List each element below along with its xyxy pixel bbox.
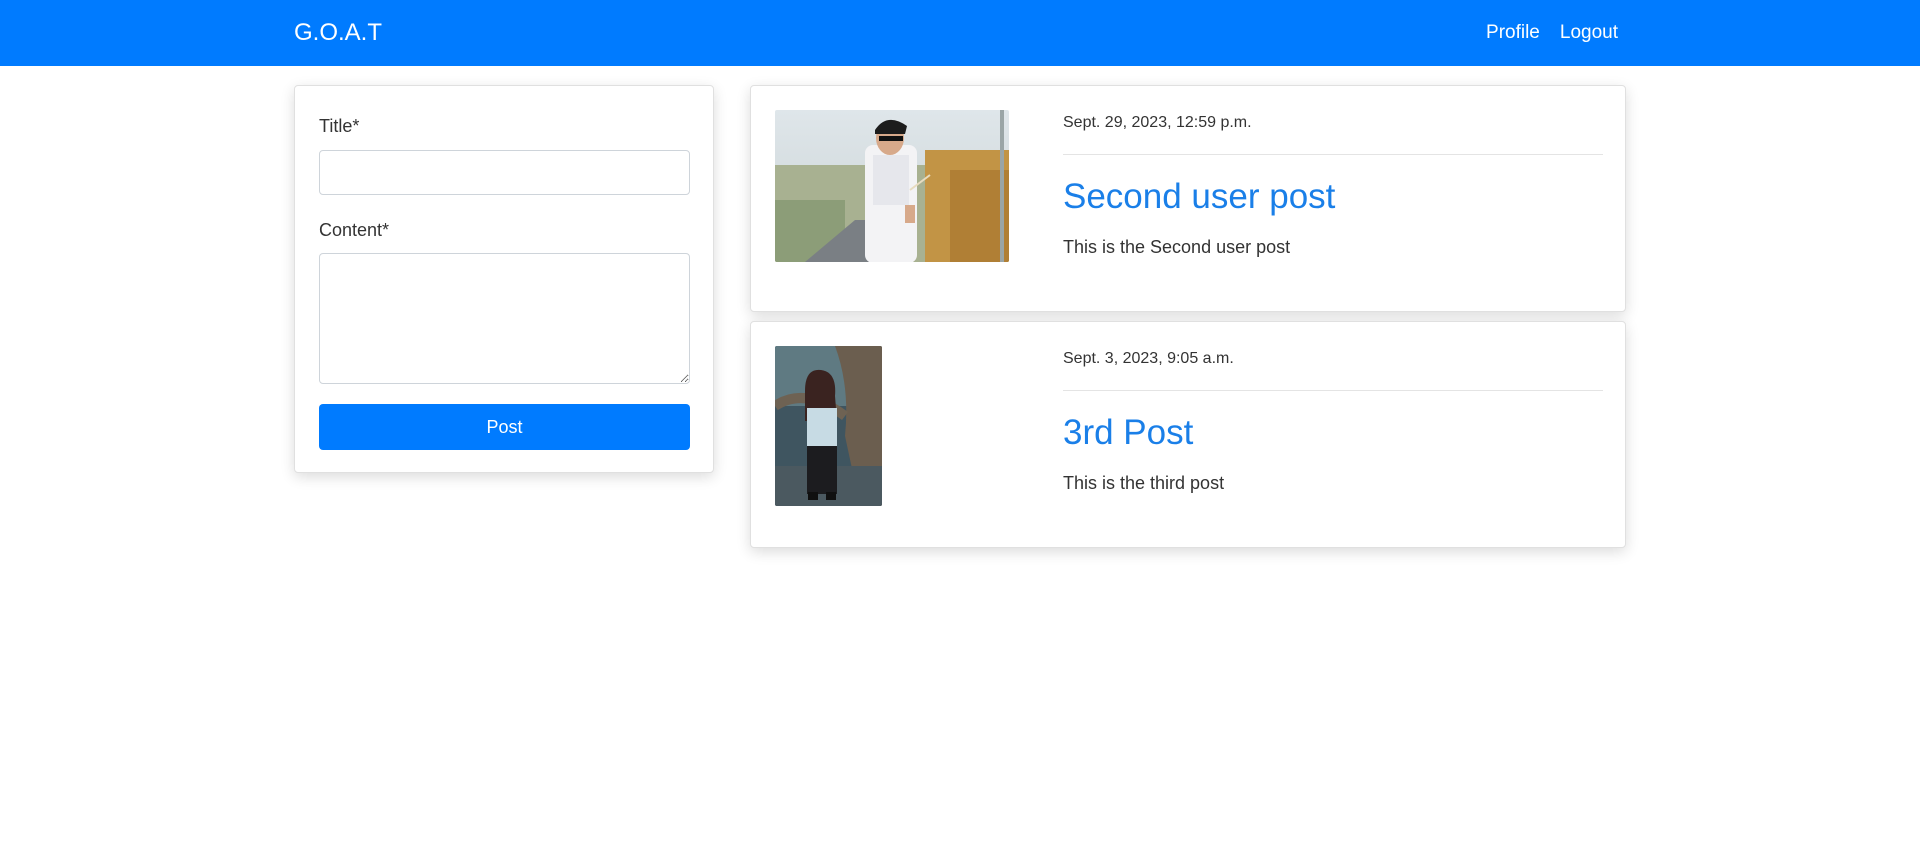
post-body: Sept. 29, 2023, 12:59 p.m. Second user p… <box>1063 114 1603 258</box>
content-textarea[interactable] <box>319 253 690 384</box>
post-image[interactable] <box>775 110 1009 262</box>
post-card: Sept. 3, 2023, 9:05 a.m. 3rd Post This i… <box>750 321 1626 548</box>
post-divider <box>1063 154 1603 155</box>
post-title-link[interactable]: 3rd Post <box>1063 413 1603 453</box>
content-label: Content* <box>319 220 390 240</box>
post-date: Sept. 29, 2023, 12:59 p.m. <box>1063 114 1252 131</box>
title-label: Title* <box>319 116 360 136</box>
photo-man-in-field-icon <box>775 110 1009 262</box>
post-body: Sept. 3, 2023, 9:05 a.m. 3rd Post This i… <box>1063 350 1603 494</box>
brand-logo[interactable]: G.O.A.T <box>294 19 382 47</box>
create-post-form: Title* Content* Post <box>294 85 714 473</box>
post-submit-button[interactable]: Post <box>319 404 690 450</box>
photo-woman-by-tree-icon <box>775 346 882 506</box>
post-content: This is the third post <box>1063 473 1225 493</box>
top-navbar: G.O.A.T Profile Logout <box>0 0 1920 66</box>
post-card: Sept. 29, 2023, 12:59 p.m. Second user p… <box>750 85 1626 312</box>
nav-link-profile[interactable]: Profile <box>1486 22 1540 44</box>
post-title-link[interactable]: Second user post <box>1063 177 1603 217</box>
nav-link-logout[interactable]: Logout <box>1560 22 1618 44</box>
post-content: This is the Second user post <box>1063 237 1291 257</box>
nav-links: Profile Logout <box>1486 22 1618 44</box>
post-image[interactable] <box>775 346 882 506</box>
title-input[interactable] <box>319 150 690 195</box>
post-divider <box>1063 390 1603 391</box>
post-date: Sept. 3, 2023, 9:05 a.m. <box>1063 350 1234 367</box>
